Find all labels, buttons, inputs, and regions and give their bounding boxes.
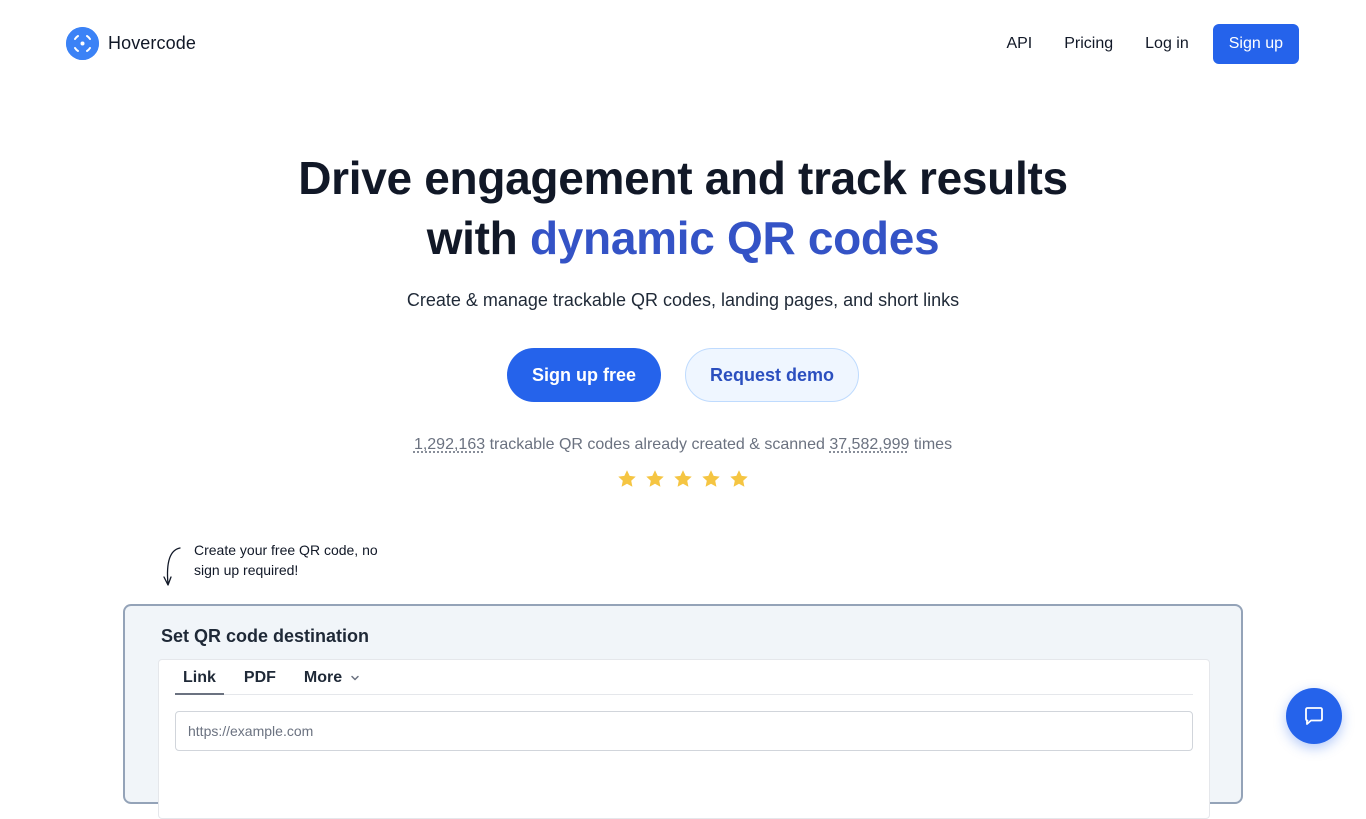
nav-link-api[interactable]: API: [1006, 24, 1032, 64]
hero-title-line1: Drive engagement and track results: [298, 152, 1068, 204]
brand-name: Hovercode: [108, 33, 196, 53]
destination-tabs: Link PDF More: [175, 660, 1193, 695]
hero-title: Drive engagement and track results with …: [0, 148, 1366, 268]
brand-logo[interactable]: Hovercode: [66, 27, 196, 60]
hovercode-logo-icon: [66, 27, 99, 60]
tab-link-label: Link: [183, 669, 216, 686]
star-icon: [616, 468, 638, 490]
codes-count: 1,292,163: [413, 436, 486, 453]
star-icon: [700, 468, 722, 490]
chat-bubble-icon: [1305, 707, 1323, 725]
cta-group: Sign up free Request demo: [0, 348, 1366, 402]
tab-more-label: More: [303, 669, 343, 686]
destination-panel: Link PDF More: [158, 659, 1210, 819]
signup-free-button[interactable]: Sign up free: [506, 348, 661, 402]
tab-pdf-label: PDF: [243, 669, 276, 686]
card-title: Set QR code destination: [161, 626, 370, 646]
hero-title-accent: dynamic QR codes: [529, 212, 940, 264]
tab-more[interactable]: More: [296, 669, 368, 695]
curved-arrow-icon: [163, 547, 181, 586]
url-input[interactable]: [175, 711, 1193, 751]
tab-pdf[interactable]: PDF: [236, 669, 284, 695]
qr-destination-card: Set QR code destination Link PDF More: [123, 604, 1243, 819]
star-icon: [644, 468, 666, 490]
top-nav: API Pricing Log in Sign up: [1006, 24, 1299, 64]
free-qr-note: Create your free QR code, no sign up req…: [194, 542, 378, 578]
chevron-down-icon: [351, 675, 359, 681]
tab-link[interactable]: Link: [175, 669, 224, 695]
hero-title-prefix: with: [426, 212, 530, 264]
star-icon: [728, 468, 750, 490]
request-demo-button[interactable]: Request demo: [684, 348, 860, 402]
nav-link-login[interactable]: Log in: [1145, 24, 1189, 64]
rating-stars: [0, 468, 1366, 490]
chat-button[interactable]: [1286, 688, 1342, 744]
hero-subtitle: Create & manage trackable QR codes, land…: [406, 290, 960, 310]
stats-suffix: times: [909, 436, 953, 453]
stats-middle-text: trackable QR codes already created & sca…: [485, 436, 830, 453]
site-header: Hovercode API Pricing Log in Sign up: [0, 0, 1366, 88]
scans-count: 37,582,999: [829, 436, 910, 453]
signup-button[interactable]: Sign up: [1212, 24, 1299, 64]
star-icon: [672, 468, 694, 490]
usage-stats: 1,292,163 trackable QR codes already cre…: [0, 436, 1366, 454]
nav-link-pricing[interactable]: Pricing: [1064, 24, 1113, 64]
